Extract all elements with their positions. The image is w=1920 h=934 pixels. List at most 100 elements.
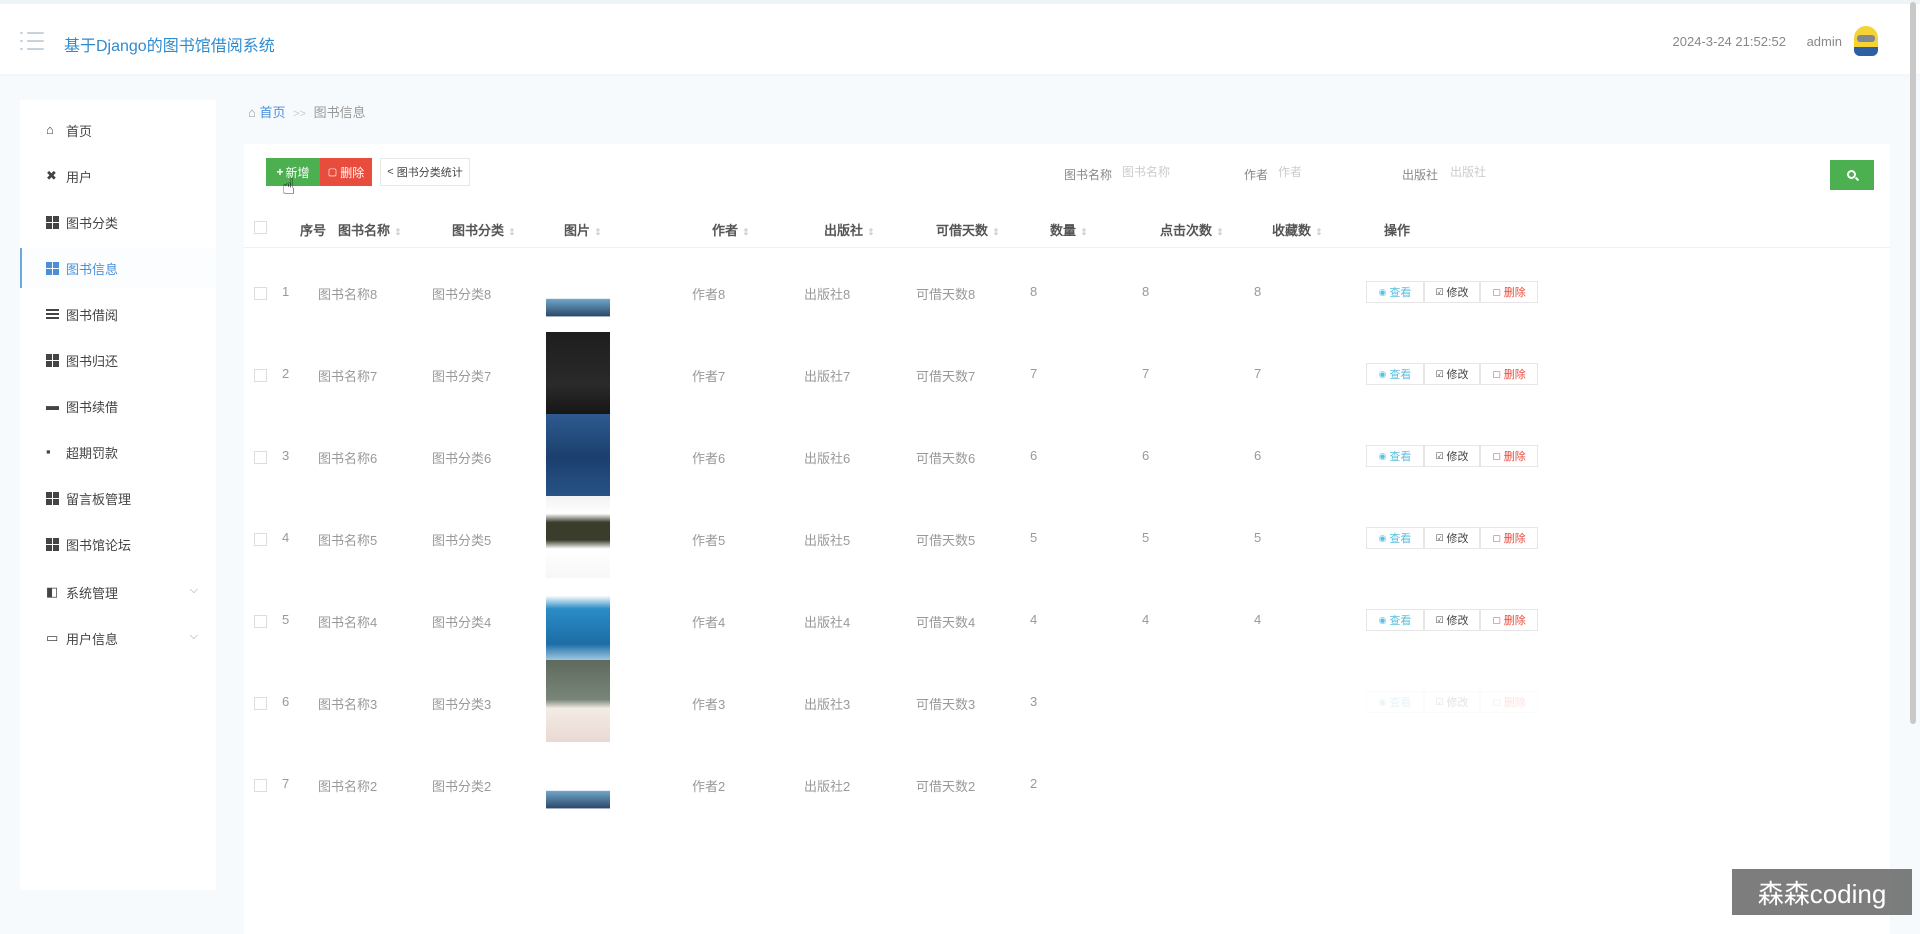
cell-name: 图书名称4	[318, 612, 377, 631]
sidebar-item-6[interactable]: ▬图书续借	[20, 386, 216, 426]
book-cover-white[interactable]	[546, 496, 610, 584]
edit-button[interactable]: ☑修改	[1424, 445, 1480, 467]
publisher-input[interactable]	[1450, 158, 1550, 186]
sidebar-item-7[interactable]: ▪超期罚款	[20, 432, 216, 472]
breadcrumb-home[interactable]: 首页	[259, 105, 285, 120]
cell-days: 可借天数2	[916, 776, 975, 795]
row-checkbox[interactable]	[254, 615, 267, 628]
sidebar-item-0[interactable]: ⌂首页	[20, 110, 216, 150]
sort-icon[interactable]: ⇕	[1216, 227, 1224, 237]
view-button[interactable]: ◉查看	[1366, 527, 1424, 549]
view-button[interactable]: ◉查看	[1366, 363, 1424, 385]
cell-publisher: 出版社8	[804, 284, 850, 303]
view-icon: ◉	[1379, 451, 1387, 462]
view-label: 查看	[1389, 694, 1411, 710]
delete-button[interactable]: ▢ 删除	[320, 158, 372, 186]
main-area: ⌂ 首页 >> 图书信息 + 新增 ▢ 删除 < 图书分类统计 ☝ 图书名称 作…	[236, 88, 1896, 915]
row-checkbox[interactable]	[254, 779, 267, 792]
sort-icon[interactable]: ⇕	[594, 227, 602, 237]
cell-favorites: 8	[1254, 284, 1261, 299]
row-checkbox[interactable]	[254, 533, 267, 546]
cell-author: 作者6	[692, 448, 725, 467]
book-cover-blue[interactable]	[546, 414, 610, 502]
sort-icon[interactable]: ⇕	[867, 227, 875, 237]
sort-icon[interactable]: ⇕	[1080, 227, 1088, 237]
column-header-3[interactable]: 图片⇕	[564, 220, 602, 239]
column-header-9[interactable]: 收藏数⇕	[1272, 220, 1323, 239]
sort-icon[interactable]: ⇕	[1315, 227, 1323, 237]
search-button[interactable]	[1830, 160, 1874, 190]
page-scrollbar[interactable]	[1910, 2, 1916, 724]
row-checkbox[interactable]	[254, 451, 267, 464]
column-header-7[interactable]: 数量⇕	[1050, 220, 1088, 239]
sort-icon[interactable]: ⇕	[394, 227, 402, 237]
view-button[interactable]: ◉查看	[1366, 281, 1424, 303]
row-checkbox[interactable]	[254, 287, 267, 300]
view-button[interactable]: ◉查看	[1366, 691, 1424, 713]
user-icon: ✖	[46, 169, 60, 183]
select-all-checkbox[interactable]	[254, 221, 267, 234]
settings-icon: ◧	[46, 585, 60, 599]
row-checkbox[interactable]	[254, 369, 267, 382]
edit-button[interactable]: ☑修改	[1424, 281, 1480, 303]
sidebar-item-label: 图书信息	[66, 259, 118, 278]
content-panel: + 新增 ▢ 删除 < 图书分类统计 ☝ 图书名称 作者 出版社 序号图书名称⇕…	[244, 144, 1890, 934]
sidebar-item-2[interactable]: 图书分类	[20, 202, 216, 242]
sidebar-item-10[interactable]: ◧系统管理⌵	[20, 572, 216, 612]
sort-icon[interactable]: ⇕	[742, 227, 750, 237]
edit-button[interactable]: ☑修改	[1424, 527, 1480, 549]
view-button[interactable]: ◉查看	[1366, 445, 1424, 467]
delete-button[interactable]: ▢删除	[1480, 527, 1538, 549]
sidebar-item-label: 图书借阅	[66, 305, 118, 324]
sort-icon[interactable]: ⇕	[508, 227, 516, 237]
sidebar-item-1[interactable]: ✖用户	[20, 156, 216, 196]
book-name-input[interactable]	[1122, 158, 1222, 186]
book-cover-art[interactable]	[546, 742, 610, 830]
cell-index: 1	[282, 284, 289, 299]
column-header-5[interactable]: 出版社⇕	[824, 220, 875, 239]
category-stats-button[interactable]: < 图书分类统计	[380, 158, 470, 186]
edit-label: 修改	[1447, 530, 1469, 546]
sidebar-item-8[interactable]: 留言板管理	[20, 478, 216, 518]
book-cover-grey[interactable]	[546, 660, 610, 748]
sidebar-item-5[interactable]: 图书归还	[20, 340, 216, 380]
delete-button[interactable]: ▢删除	[1480, 609, 1538, 631]
grid-icon	[46, 261, 60, 275]
cell-quantity: 6	[1030, 448, 1037, 463]
username[interactable]: admin	[1807, 34, 1842, 49]
row-checkbox[interactable]	[254, 697, 267, 710]
column-header-10: 操作	[1384, 220, 1410, 239]
view-button[interactable]: ◉查看	[1366, 609, 1424, 631]
delete-button[interactable]: ▢删除	[1480, 363, 1538, 385]
edit-button[interactable]: ☑修改	[1424, 609, 1480, 631]
column-header-8[interactable]: 点击次数⇕	[1160, 220, 1224, 239]
home-icon: ⌂	[248, 105, 256, 120]
avatar[interactable]	[1854, 26, 1878, 56]
sidebar-item-3[interactable]: 图书信息	[20, 248, 216, 288]
sidebar-item-11[interactable]: ▭用户信息⌵	[20, 618, 216, 658]
sidebar-item-4[interactable]: 图书借阅	[20, 294, 216, 334]
delete-button[interactable]: ▢删除	[1480, 691, 1538, 713]
cell-author: 作者5	[692, 530, 725, 549]
breadcrumb-current: 图书信息	[314, 105, 366, 120]
book-cover-hr[interactable]	[546, 578, 610, 666]
edit-button[interactable]: ☑修改	[1424, 691, 1480, 713]
sort-icon[interactable]: ⇕	[992, 227, 1000, 237]
book-cover-art[interactable]	[546, 250, 610, 338]
column-header-4[interactable]: 作者⇕	[712, 220, 750, 239]
view-icon: ◉	[1379, 615, 1387, 626]
author-input[interactable]	[1278, 158, 1378, 186]
sidebar-item-9[interactable]: 图书馆论坛	[20, 524, 216, 564]
column-header-1[interactable]: 图书名称⇕	[338, 220, 402, 239]
edit-button[interactable]: ☑修改	[1424, 363, 1480, 385]
delete-button[interactable]: ▢删除	[1480, 445, 1538, 467]
book-cover-dark[interactable]	[546, 332, 610, 420]
trash-icon: ▢	[328, 167, 337, 178]
column-header-2[interactable]: 图书分类⇕	[452, 220, 516, 239]
view-label: 查看	[1389, 612, 1411, 628]
delete-button[interactable]: ▢删除	[1480, 281, 1538, 303]
delete-icon: ▢	[1492, 451, 1501, 462]
edit-icon: ☑	[1435, 697, 1443, 708]
menu-toggle-icon[interactable]	[20, 32, 44, 50]
column-header-6[interactable]: 可借天数⇕	[936, 220, 1000, 239]
